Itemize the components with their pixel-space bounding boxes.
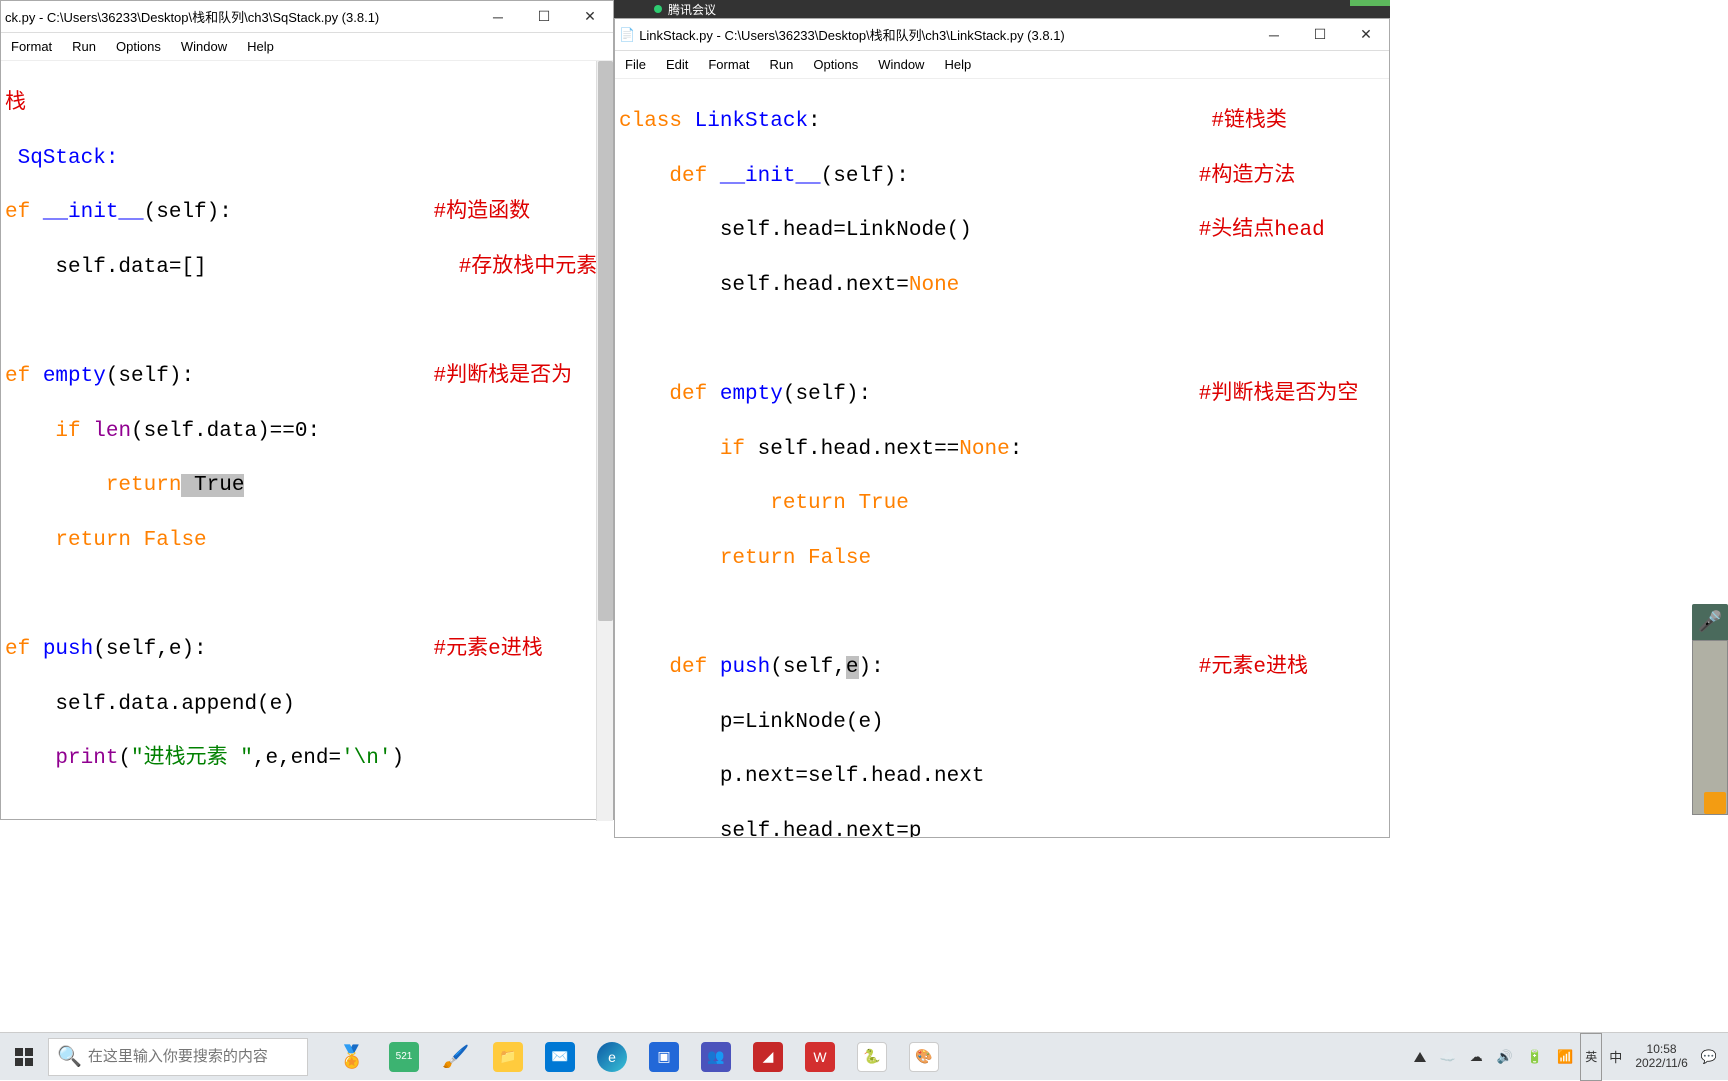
system-tray: ☁️ ☁ 🔊 🔋 📶 英 中 10:58 2022/11/6 💬 <box>1407 1033 1728 1081</box>
taskbar: 🔍 🏅 521 🖌️ 📁 ✉️ e ▣ 👥 ◢ W 🐍 🎨 ☁️ ☁ 🔊 🔋 📶… <box>0 1032 1728 1080</box>
search-icon: 🔍 <box>57 1044 82 1069</box>
avatar-icon <box>1704 792 1726 814</box>
medal-icon[interactable]: 🏅 <box>328 1033 376 1081</box>
edge-icon[interactable]: e <box>588 1033 636 1081</box>
menu-edit[interactable]: Edit <box>656 53 698 76</box>
titlebar-right[interactable]: 📄 LinkStack.py - C:\Users\36233\Desktop\… <box>615 19 1389 51</box>
code-editor-right[interactable]: class LinkStack: #链栈类 def __init__(self)… <box>615 79 1389 837</box>
battery-icon[interactable]: 🔋 <box>1520 1033 1550 1081</box>
taskbar-search[interactable]: 🔍 <box>48 1038 308 1076</box>
notifications-icon[interactable]: 💬 <box>1694 1033 1724 1081</box>
idle-window-linkstack: 📄 LinkStack.py - C:\Users\36233\Desktop\… <box>614 18 1390 838</box>
minimize-button[interactable]: ─ <box>1251 19 1297 51</box>
wifi-icon[interactable]: 📶 <box>1550 1033 1580 1081</box>
menu-window[interactable]: Window <box>868 53 934 76</box>
cloud-icon[interactable]: ☁️ <box>1433 1033 1463 1081</box>
minimize-button[interactable]: ─ <box>475 1 521 33</box>
scrollbar-thumb[interactable] <box>598 61 613 621</box>
live-dot-icon <box>654 5 662 13</box>
window-title: ck.py - C:\Users\36233\Desktop\栈和队列\ch3\… <box>5 7 475 26</box>
mail-icon[interactable]: ✉️ <box>536 1033 584 1081</box>
time-text: 10:58 <box>1647 1043 1677 1056</box>
teams-icon[interactable]: 👥 <box>692 1033 740 1081</box>
close-button[interactable]: ✕ <box>567 1 613 33</box>
menu-options[interactable]: Options <box>803 53 868 76</box>
menu-window[interactable]: Window <box>171 35 237 58</box>
paint-icon[interactable]: 🎨 <box>900 1033 948 1081</box>
code-editor-left[interactable]: 栈 SqStack: ef __init__(self): #构造函数 self… <box>1 61 613 819</box>
app-red-icon[interactable]: ◢ <box>744 1033 792 1081</box>
scrollbar-vertical-left[interactable] <box>596 61 613 821</box>
menu-run[interactable]: Run <box>62 35 106 58</box>
titlebar-left[interactable]: ck.py - C:\Users\36233\Desktop\栈和队列\ch3\… <box>1 1 613 33</box>
search-input[interactable] <box>88 1048 299 1065</box>
tray-chevron-up-icon[interactable] <box>1407 1033 1433 1081</box>
close-button[interactable]: ✕ <box>1343 19 1389 51</box>
menu-run[interactable]: Run <box>760 53 804 76</box>
meeting-app-name: 腾讯会议 <box>668 1 716 18</box>
menu-file[interactable]: File <box>615 53 656 76</box>
menubar-right: File Edit Format Run Options Window Help <box>615 51 1389 79</box>
date-text: 2022/11/6 <box>1635 1057 1688 1070</box>
explorer-icon[interactable]: 📁 <box>484 1033 532 1081</box>
broom-icon[interactable]: 🖌️ <box>432 1033 480 1081</box>
idle-window-sqstack: ck.py - C:\Users\36233\Desktop\栈和队列\ch3\… <box>0 0 614 820</box>
menu-format[interactable]: Format <box>1 35 62 58</box>
start-button[interactable] <box>0 1033 48 1081</box>
wps-icon[interactable]: W <box>796 1033 844 1081</box>
meeting-overlay: 腾讯会议 <box>614 0 1390 18</box>
camera-preview[interactable] <box>1692 640 1728 815</box>
meeting-icon[interactable]: ▣ <box>640 1033 688 1081</box>
menu-help[interactable]: Help <box>237 35 284 58</box>
volume-icon[interactable]: 🔊 <box>1490 1033 1520 1081</box>
maximize-button[interactable]: ☐ <box>521 1 567 33</box>
green-bar-icon <box>1350 0 1390 6</box>
selection-true: True <box>181 474 244 497</box>
menubar-left: Format Run Options Window Help <box>1 33 613 61</box>
windows-logo-icon <box>15 1048 33 1066</box>
python-idle-icon[interactable]: 🐍 <box>848 1033 896 1081</box>
ime-mode[interactable]: 中 <box>1602 1033 1629 1081</box>
maximize-button[interactable]: ☐ <box>1297 19 1343 51</box>
clock[interactable]: 10:58 2022/11/6 <box>1629 1033 1694 1081</box>
window-title: LinkStack.py - C:\Users\36233\Desktop\栈和… <box>639 25 1251 44</box>
onedrive-icon[interactable]: ☁ <box>1463 1033 1490 1081</box>
mic-icon[interactable]: 🎤 <box>1692 604 1728 640</box>
ime-lang[interactable]: 英 <box>1580 1033 1602 1081</box>
menu-help[interactable]: Help <box>934 53 981 76</box>
selection-e: e <box>846 656 859 679</box>
taskbar-apps: 🏅 521 🖌️ 📁 ✉️ e ▣ 👥 ◢ W 🐍 🎨 <box>328 1033 948 1081</box>
calendar-521-icon[interactable]: 521 <box>380 1033 428 1081</box>
menu-options[interactable]: Options <box>106 35 171 58</box>
menu-format[interactable]: Format <box>698 53 759 76</box>
